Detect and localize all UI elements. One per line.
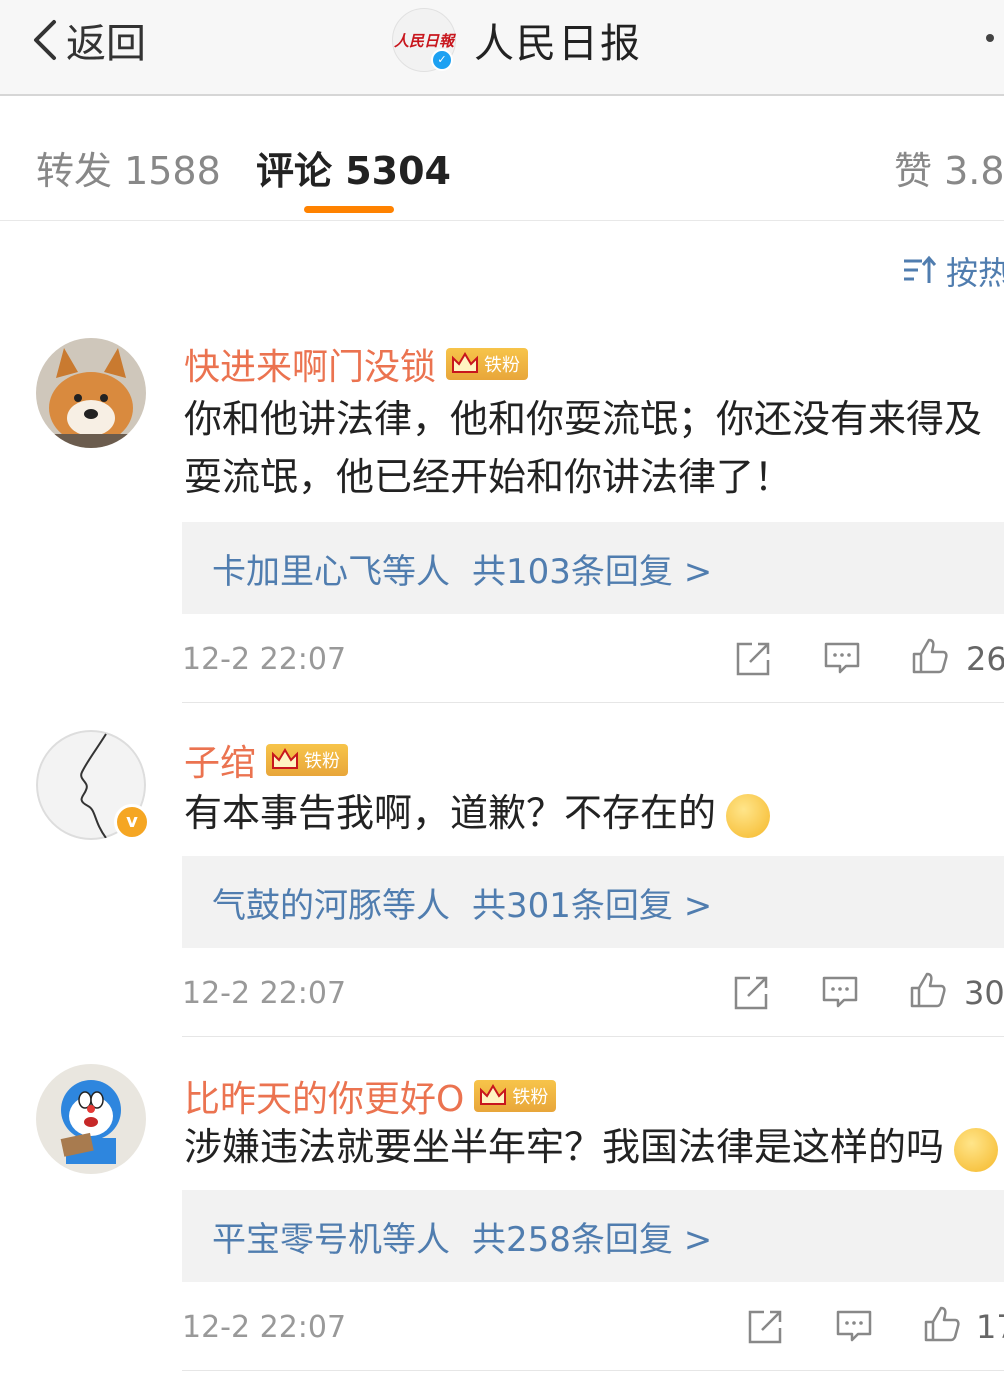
reply-count: 共103条回复 > xyxy=(472,551,713,592)
account-avatar: 人民日報 ✓ xyxy=(392,8,456,72)
comment-text-line: 涉嫌违法就要坐半年牢？我国法律是这样的吗 xyxy=(184,1125,945,1169)
sort-label: 按热 xyxy=(946,254,1004,292)
reply-count: 共301条回复 > xyxy=(472,885,713,926)
tab-repost[interactable]: 转发 1588 xyxy=(36,140,221,195)
share-icon xyxy=(734,976,768,1010)
username[interactable]: 比昨天的你更好O xyxy=(184,1070,464,1122)
reply-users: 卡加里心飞等人 xyxy=(212,551,450,592)
back-button[interactable]: 返回 xyxy=(28,12,146,68)
comment-time: 12-2 22:07 xyxy=(182,976,347,1011)
like-button[interactable] xyxy=(908,970,948,1014)
divider xyxy=(182,702,1004,703)
comment-text: 你和他讲法律，他和你耍流氓；你还没有来得及 耍流氓，他已经开始和你讲法律了！ xyxy=(184,390,982,506)
like-count: 26 xyxy=(966,640,1004,678)
like-button[interactable] xyxy=(910,636,950,680)
comment-time: 12-2 22:07 xyxy=(182,1310,347,1345)
tab-like[interactable]: 赞 3.8 xyxy=(894,140,1004,195)
badge-label: 铁粉 xyxy=(484,355,521,376)
share-button[interactable] xyxy=(746,1306,786,1350)
crown-icon xyxy=(452,352,479,373)
account-title[interactable]: 人民日報 ✓ 人民日报 xyxy=(392,8,642,72)
divider xyxy=(182,1370,1004,1371)
eating-watermelon-emoji-icon xyxy=(726,793,771,838)
avatar[interactable]: v xyxy=(36,730,150,840)
reply-users: 气鼓的河豚等人 xyxy=(212,885,450,926)
account-logo: 人民日報 xyxy=(393,31,454,50)
username-row: 快进来啊门没锁 铁粉 xyxy=(184,338,529,390)
account-name: 人民日报 xyxy=(474,21,642,67)
crown-icon xyxy=(272,748,299,769)
tab-comment[interactable]: 评论 5304 xyxy=(256,140,451,195)
share-button[interactable] xyxy=(732,972,772,1016)
active-tab-indicator xyxy=(304,206,394,213)
comment-icon xyxy=(822,976,858,1008)
comment-text: 涉嫌违法就要坐半年牢？我国法律是这样的吗 xyxy=(184,1118,999,1176)
reply-count: 共258条回复 > xyxy=(472,1219,713,1260)
like-count: 17 xyxy=(976,1308,1004,1346)
comment-text: 有本事告我啊，道歉？不存在的 xyxy=(184,784,771,842)
comment-time: 12-2 22:07 xyxy=(182,642,347,677)
iron-fan-badge: 铁粉 xyxy=(446,348,529,380)
iron-fan-badge: 铁粉 xyxy=(474,1080,557,1112)
username[interactable]: 子绾 xyxy=(184,734,256,786)
share-icon xyxy=(736,642,770,676)
verified-icon: ✓ xyxy=(431,49,453,71)
share-button[interactable] xyxy=(734,638,774,682)
avatar[interactable] xyxy=(36,338,146,448)
share-icon xyxy=(748,1310,782,1344)
comment-text-line: 有本事告我啊，道歉？不存在的 xyxy=(184,791,717,835)
like-button[interactable] xyxy=(922,1304,962,1348)
username-row: 比昨天的你更好O 铁粉 xyxy=(184,1070,557,1122)
reply-button[interactable] xyxy=(820,972,860,1016)
emoji-icon xyxy=(954,1127,999,1172)
avatar[interactable] xyxy=(36,1064,146,1174)
sort-by-hot-button[interactable]: 按热 xyxy=(902,248,1004,294)
replies-link[interactable]: 气鼓的河豚等人 共301条回复 > xyxy=(182,856,1004,948)
comment-text-line: 你和他讲法律，他和你耍流氓；你还没有来得及 xyxy=(184,397,983,441)
username-row: 子绾 铁粉 xyxy=(184,734,349,786)
thumbs-up-icon xyxy=(910,972,946,1008)
comment-text-line: 耍流氓，他已经开始和你讲法律了！ xyxy=(184,455,793,499)
comment-icon xyxy=(836,1310,872,1342)
reply-button[interactable] xyxy=(822,638,862,682)
replies-link[interactable]: 卡加里心飞等人 共103条回复 > xyxy=(182,522,1004,614)
reply-users: 平宝零号机等人 xyxy=(212,1219,450,1260)
sort-icon xyxy=(904,255,936,283)
badge-label: 铁粉 xyxy=(512,1087,549,1108)
top-nav-bar: 返回 人民日報 ✓ 人民日报 xyxy=(0,0,1004,96)
reply-button[interactable] xyxy=(834,1306,874,1350)
iron-fan-badge: 铁粉 xyxy=(266,744,349,776)
badge-label: 铁粉 xyxy=(304,751,341,772)
thumbs-up-icon xyxy=(924,1306,960,1342)
crown-icon xyxy=(480,1084,507,1105)
doraemon-avatar-icon xyxy=(36,1064,146,1174)
replies-link[interactable]: 平宝零号机等人 共258条回复 > xyxy=(182,1190,1004,1282)
like-count: 30 xyxy=(964,974,1004,1012)
username[interactable]: 快进来啊门没锁 xyxy=(184,338,436,390)
shiba-dog-avatar-icon xyxy=(36,338,146,448)
tab-bar: 转发 1588 评论 5304 赞 3.8 xyxy=(0,96,1004,221)
back-label: 返回 xyxy=(66,21,146,67)
chevron-left-icon xyxy=(34,20,56,60)
comment-icon xyxy=(824,642,860,674)
more-icon[interactable] xyxy=(986,34,994,42)
verified-icon: v xyxy=(114,804,150,840)
thumbs-up-icon xyxy=(912,638,948,674)
divider xyxy=(182,1036,1004,1037)
